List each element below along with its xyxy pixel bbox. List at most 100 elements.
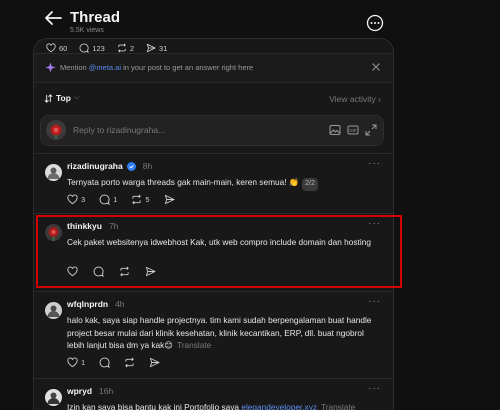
share-icon (164, 194, 175, 205)
sort-icon (44, 93, 53, 103)
repost-count: 2 (129, 43, 135, 53)
like-count: 1 (81, 358, 86, 367)
heart-icon (67, 194, 78, 205)
author-name[interactable]: thinkkyu (67, 221, 102, 231)
post-author: thinkkyu 7h (67, 221, 118, 231)
like-count: 3 (81, 195, 86, 204)
post-text: halo kak, saya siap handle projectnya. t… (67, 314, 377, 352)
comment-button[interactable] (93, 266, 104, 277)
expand-icon[interactable] (365, 124, 377, 136)
user-avatar (46, 120, 66, 140)
repost-icon (125, 357, 134, 368)
comment-icon (93, 266, 104, 277)
reply-composer[interactable]: Reply to rizadinugraha... GIF (40, 115, 384, 146)
verified-badge-icon (126, 161, 136, 171)
heart-icon (46, 43, 56, 53)
thread-reply: thinkkyu 7h ··· Cek paket websitenya idw… (34, 213, 393, 291)
close-icon[interactable] (371, 62, 381, 72)
like-count: 60 (59, 43, 68, 53)
share-button[interactable] (145, 266, 156, 277)
share-icon (145, 266, 156, 277)
more-options-icon[interactable] (366, 14, 384, 32)
post-time: 7h (108, 221, 119, 231)
comment-icon (79, 43, 90, 53)
post-time: 16h (99, 386, 114, 396)
avatar[interactable] (45, 389, 62, 406)
post-actions: 3 1 5 (67, 194, 175, 205)
composer-tools: GIF (329, 124, 377, 136)
comment-icon (99, 194, 111, 205)
like-stat[interactable]: 60 (46, 43, 67, 53)
share-button[interactable] (149, 357, 160, 368)
comment-stat[interactable]: 123 (79, 43, 105, 53)
thread-reply: rizadinugraha 8h ··· Ternyata porto warg… (34, 153, 393, 213)
repost-button[interactable] (124, 357, 135, 368)
repost-button[interactable]: 5 (131, 194, 150, 205)
comment-count: 123 (92, 43, 105, 53)
sort-dropdown[interactable]: Top ⌵ (44, 93, 79, 103)
comment-button[interactable]: 1 (99, 194, 117, 205)
meta-ai-handle[interactable]: @meta.ai (89, 63, 121, 72)
thread-reply: wfqlnprdn 4h ··· halo kak, saya siap han… (34, 291, 393, 378)
repost-button[interactable] (119, 266, 130, 277)
share-stat[interactable]: 31 (146, 43, 167, 53)
comment-icon (99, 357, 111, 368)
post-text-content: halo kak, saya siap handle projectnya. t… (67, 315, 372, 350)
sort-label: Top (56, 93, 71, 103)
view-count: 5.5K views (70, 27, 104, 34)
heart-icon (67, 266, 78, 277)
page-title: Thread (70, 9, 121, 26)
author-name[interactable]: rizadinugraha (67, 161, 123, 171)
post-text: Cek paket websitenya idwebhost Kak, utk … (67, 237, 371, 247)
repost-icon (120, 266, 129, 277)
repost-count: 5 (145, 195, 150, 204)
repost-stat[interactable]: 2 (117, 43, 134, 53)
comment-count: 1 (113, 195, 118, 204)
like-button[interactable]: 1 (67, 357, 85, 368)
repost-icon (117, 43, 126, 53)
author-name[interactable]: wfqlnprdn (67, 299, 108, 309)
post-time: 8h (142, 161, 153, 171)
mention-text: Mention @meta.ai in your post to get an … (60, 63, 253, 72)
chevron-down-icon: ⌵ (73, 94, 80, 101)
thread-panel: 60 123 2 31 Mention @meta.ai in your pos… (33, 38, 394, 410)
meta-ai-sparkle-icon (45, 62, 56, 73)
mention-suffix: in your post to get an answer right here (121, 63, 254, 72)
avatar[interactable] (45, 224, 62, 241)
post-author: wpryd 16h (67, 386, 113, 396)
sort-bar: Top ⌵ View activity › (34, 87, 393, 111)
meta-ai-mention-banner: Mention @meta.ai in your post to get an … (34, 53, 393, 83)
view-activity-link[interactable]: View activity › (329, 94, 381, 104)
like-button[interactable]: 3 (67, 194, 85, 205)
more-icon[interactable]: ··· (368, 383, 381, 394)
comment-button[interactable] (99, 357, 111, 368)
repost-icon (132, 194, 142, 205)
image-icon[interactable] (329, 124, 341, 136)
back-arrow-icon[interactable] (44, 10, 62, 26)
share-button[interactable] (164, 194, 175, 205)
post-author: wfqlnprdn 4h (67, 299, 125, 309)
share-count: 31 (159, 43, 168, 53)
heart-icon (67, 357, 78, 368)
reply-input[interactable]: Reply to rizadinugraha... (73, 125, 165, 135)
mention-prefix: Mention (60, 63, 89, 72)
like-button[interactable] (67, 266, 78, 277)
post-actions (67, 266, 156, 277)
post-time: 4h (115, 299, 125, 309)
more-icon[interactable]: ··· (368, 218, 381, 229)
share-icon (146, 43, 156, 53)
top-bar: Thread 5.5K views (0, 0, 500, 38)
author-name[interactable]: wpryd (67, 386, 92, 396)
svg-text:GIF: GIF (349, 128, 357, 133)
translate-link[interactable]: Translate (177, 340, 211, 350)
avatar[interactable] (45, 164, 62, 181)
avatar[interactable] (45, 302, 62, 319)
post-author: rizadinugraha 8h (67, 161, 152, 171)
post-actions: 1 (67, 357, 160, 368)
more-icon[interactable]: ··· (368, 296, 381, 307)
gif-icon[interactable]: GIF (347, 124, 359, 136)
post-text-content: Ternyata porto warga threads gak main-ma… (67, 177, 300, 187)
more-icon[interactable]: ··· (368, 158, 381, 169)
post-text: Ternyata porto warga threads gak main-ma… (67, 176, 377, 191)
media-pager[interactable]: 2/2 (302, 178, 318, 191)
